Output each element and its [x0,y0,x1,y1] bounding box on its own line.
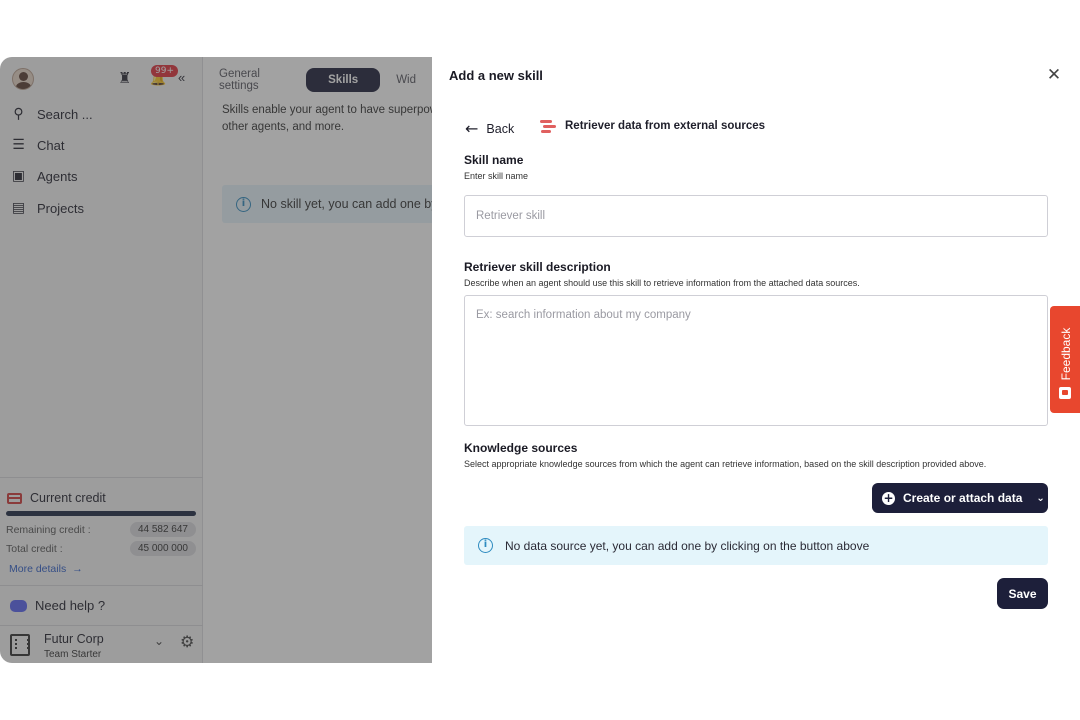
feedback-tab[interactable]: Feedback [1050,306,1080,413]
description-label: Retriever skill description [464,260,611,274]
plus-circle-icon: + [882,490,895,505]
skill-name-label: Skill name [464,153,524,167]
modal-backdrop[interactable] [0,57,432,663]
knowledge-sources-label: Knowledge sources [464,441,578,455]
skill-name-hint: Enter skill name [464,171,529,181]
knowledge-sources-hint: Select appropriate knowledge sources fro… [464,459,987,469]
skill-name-input[interactable] [464,195,1048,237]
back-button[interactable]: ← Back [465,119,514,138]
add-skill-panel: Add a new skill ✕ ← Back Retriever data … [432,57,1080,663]
app-window: ♜ 🔔 99+ « ⚲ Search ... ☰ Chat ▣ Agents ▤… [0,57,1080,663]
panel-title: Add a new skill [449,68,543,83]
skill-type-indicator: Retriever data from external sources [540,120,766,133]
create-button-label: Create or attach data [903,491,1023,505]
arrow-left-icon: ← [465,119,479,138]
save-button[interactable]: Save [997,578,1048,609]
chevron-down-icon: ⌄ [1036,492,1045,504]
info-icon: i [478,538,493,553]
description-hint: Describe when an agent should use this s… [464,278,860,288]
retriever-icon [540,120,556,133]
back-label: Back [486,121,515,136]
no-data-source-text: No data source yet, you can add one by c… [505,538,870,553]
create-or-attach-data-button[interactable]: + Create or attach data ⌄ [872,483,1048,513]
feedback-icon [1059,387,1071,399]
skill-type-label: Retriever data from external sources [565,120,766,132]
close-icon[interactable]: ✕ [1044,65,1064,85]
skill-description-textarea[interactable] [464,295,1048,426]
no-data-source-info: i No data source yet, you can add one by… [464,526,1048,565]
